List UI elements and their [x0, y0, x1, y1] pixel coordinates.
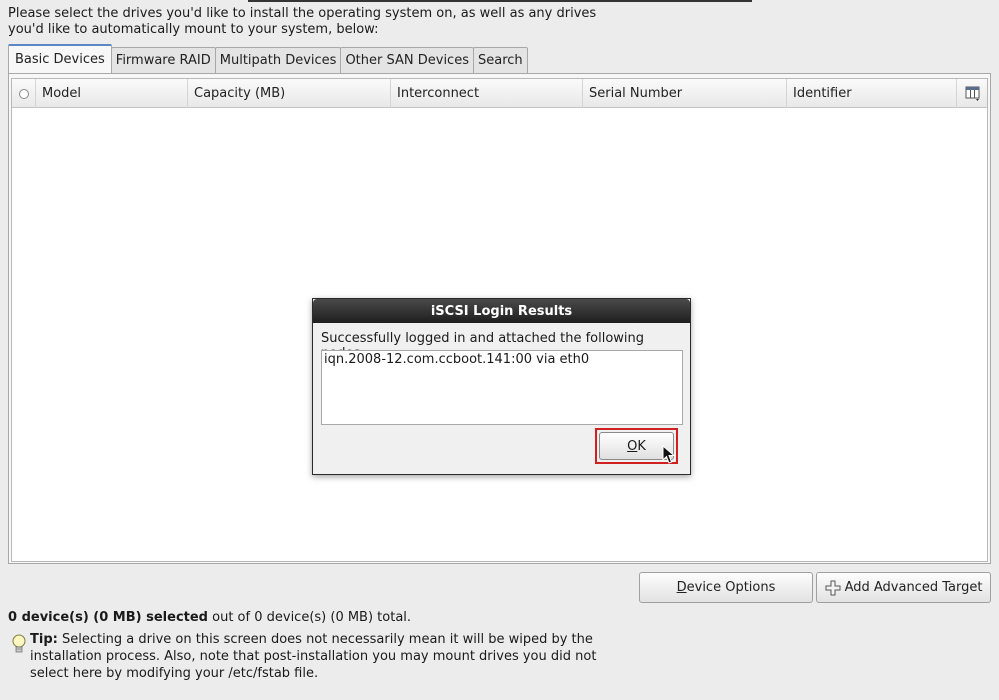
column-header-interconnect[interactable]: Interconnect — [391, 79, 583, 108]
add-icon — [825, 580, 841, 595]
column-header-serial-number[interactable]: Serial Number — [583, 79, 787, 108]
tab-basic-devices[interactable]: Basic Devices — [8, 44, 112, 73]
tab-multipath-devices[interactable]: Multipath Devices — [214, 47, 342, 73]
dialog-title: iSCSI Login Results — [313, 299, 690, 323]
list-item: iqn.2008-12.com.ccboot.141:00 via eth0 — [324, 352, 590, 367]
column-header-capacity[interactable]: Capacity (MB) — [188, 79, 391, 108]
device-options-label: evice Options — [686, 580, 776, 595]
lightbulb-icon — [12, 634, 26, 653]
radio-icon — [19, 88, 29, 99]
instructions-line-2: you'd like to automatically mount to you… — [8, 22, 379, 37]
tip-label: Tip: — [30, 632, 58, 647]
selection-total: out of 0 device(s) (0 MB) total. — [208, 610, 412, 625]
ok-label: K — [637, 438, 646, 454]
add-advanced-target-button[interactable]: Add Advanced Target — [816, 572, 991, 603]
ok-mnemonic: O — [627, 438, 638, 454]
table-header: Model Capacity (MB) Interconnect Serial … — [12, 79, 987, 108]
column-header-identifier[interactable]: Identifier — [787, 79, 957, 108]
tab-firmware-raid[interactable]: Firmware RAID — [110, 47, 216, 73]
mouse-pointer-icon — [662, 445, 676, 464]
nodes-list[interactable]: iqn.2008-12.com.ccboot.141:00 via eth0 — [321, 350, 683, 425]
tip-line-2: installation process. Also, note that po… — [30, 649, 597, 664]
device-type-tabs: Basic Devices Firmware RAID Multipath De… — [8, 44, 528, 73]
select-all-radio[interactable] — [12, 79, 36, 108]
add-advanced-target-label: Add Advanced Target — [844, 580, 983, 595]
tip-box: Tip: Selecting a drive on this screen do… — [10, 631, 610, 682]
selection-summary: 0 device(s) (0 MB) selected out of 0 dev… — [8, 610, 411, 625]
device-options-button[interactable]: Device Options — [639, 572, 813, 603]
top-divider — [248, 0, 752, 2]
selection-count: 0 device(s) (0 MB) selected — [8, 610, 208, 625]
tab-search[interactable]: Search — [472, 47, 528, 73]
tab-other-san-devices[interactable]: Other SAN Devices — [340, 47, 474, 73]
iscsi-login-results-dialog: iSCSI Login Results Successfully logged … — [312, 298, 691, 475]
instructions-text: Please select the drives you'd like to i… — [8, 6, 708, 38]
instructions-line-1: Please select the drives you'd like to i… — [8, 6, 597, 21]
device-options-mnemonic: D — [676, 580, 687, 595]
column-chooser-icon[interactable] — [965, 85, 981, 101]
tip-line-3: select here by modifying your /etc/fstab… — [30, 666, 319, 681]
tip-line-1: Selecting a drive on this screen does no… — [57, 632, 593, 647]
column-header-model[interactable]: Model — [36, 79, 188, 108]
